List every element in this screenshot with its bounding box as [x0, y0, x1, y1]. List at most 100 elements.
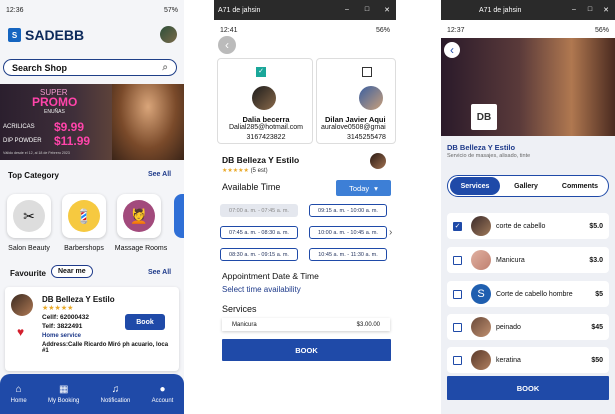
shop-description: Servicio de masajes, alisado, tinte — [447, 153, 531, 159]
tab-services[interactable]: Services — [450, 177, 500, 195]
maximize-icon[interactable]: □ — [362, 6, 372, 14]
massage-icon: 💆 — [123, 200, 155, 232]
shop-name: DB Belleza Y Estilo — [447, 143, 516, 152]
nav-my-booking[interactable]: ▦ My Booking — [48, 384, 79, 404]
nav-label: Account — [151, 398, 174, 404]
service-row[interactable]: peinado $45 — [447, 314, 609, 340]
tab-bar: Services Gallery Comments — [447, 175, 609, 197]
checkbox-checked[interactable]: ✓ — [453, 221, 462, 231]
tab-gallery[interactable]: Gallery — [500, 183, 552, 190]
brand-name: SADEBB — [25, 27, 85, 43]
nav-account[interactable]: ● Account — [152, 384, 174, 404]
search-placeholder: Search Shop — [12, 62, 68, 73]
back-icon[interactable]: ‹ — [218, 36, 236, 54]
checkbox-unchecked[interactable] — [453, 255, 462, 265]
nav-home[interactable]: ⌂ Home — [11, 384, 27, 404]
clock: 12:36 — [6, 6, 24, 14]
time-slot[interactable]: 07:45 a. m. - 08:30 a. m. — [220, 226, 298, 239]
day-select-value: Today — [349, 183, 370, 193]
window-title-bar: A71 de jahsin – □ ✕ — [214, 0, 396, 20]
promo-price-2: $11.99 — [54, 134, 91, 148]
logo-icon: S — [8, 28, 21, 42]
heart-icon[interactable]: ♥ — [17, 325, 24, 339]
service-row[interactable]: ✓ corte de cabello $5.0 — [447, 213, 609, 239]
search-icon: ⌕ — [162, 62, 168, 73]
chevron-down-icon: ▾ — [374, 183, 378, 193]
book-button[interactable]: BOOK — [222, 339, 391, 361]
promo-model-image — [112, 84, 184, 160]
category-next-card[interactable] — [174, 194, 184, 238]
time-slot[interactable]: 08:30 a. m. - 09:15 a. m. — [220, 248, 298, 261]
checkbox-unchecked[interactable] — [362, 67, 372, 77]
service-price: $3.0 — [589, 256, 603, 264]
time-slot[interactable]: 10:45 a. m. - 11:30 a. m. — [309, 248, 387, 261]
checkbox-unchecked[interactable] — [453, 289, 462, 299]
service-row[interactable]: Manicura $3.0 — [447, 247, 609, 273]
service-name: Manicura — [232, 321, 257, 328]
staff-card-2[interactable]: Dilan Javier Aqui auralove0508@gmai 3145… — [316, 58, 396, 144]
time-slot[interactable]: 10:00 a. m. - 10:45 a. m. — [309, 226, 387, 239]
service-row[interactable]: S Corte de cabello hombre $5 — [447, 281, 609, 307]
shop-avatar — [370, 153, 386, 169]
service-name: keratina — [496, 356, 521, 364]
maximize-icon[interactable]: □ — [585, 6, 595, 14]
back-icon[interactable]: ‹ — [444, 42, 460, 58]
see-all-categories[interactable]: See All — [148, 171, 171, 178]
favourite-shop-card[interactable]: ♥ DB Belleza Y Estilo ★★★★★ Cellf: 62000… — [5, 287, 179, 371]
check-icon[interactable]: ✓ — [256, 67, 266, 77]
promo-item-2: DIP POWDER — [3, 138, 42, 144]
nav-label: My Booking — [47, 398, 80, 404]
home-icon: ⌂ — [15, 384, 22, 395]
service-image — [471, 216, 491, 236]
checkbox-unchecked[interactable] — [453, 322, 462, 332]
profile-avatar[interactable] — [160, 26, 177, 43]
checkbox-unchecked[interactable] — [453, 355, 462, 365]
service-image — [471, 250, 491, 270]
service-row[interactable]: keratina $50 — [447, 347, 609, 373]
tab-comments[interactable]: Comments — [552, 183, 608, 190]
selected-service: Manicura $3.00.00 — [222, 318, 390, 331]
book-button[interactable]: Book — [125, 314, 165, 330]
shop-logo: DB — [471, 104, 497, 130]
chevron-right-icon[interactable]: › — [389, 227, 392, 238]
category-label: Massage Rooms — [114, 245, 168, 252]
staff-name: Dalia becerra — [242, 115, 290, 124]
window-title: A71 de jahsin — [218, 6, 261, 14]
day-select[interactable]: Today ▾ — [336, 180, 391, 196]
close-icon[interactable]: ✕ — [382, 6, 392, 14]
staff-card-1[interactable]: ✓ Dalia becerra Dalial285@hotmail.com 31… — [217, 58, 313, 144]
minimize-icon[interactable]: – — [569, 6, 579, 14]
close-icon[interactable]: ✕ — [601, 6, 611, 14]
logo-service-icon: S — [471, 284, 491, 304]
minimize-icon[interactable]: – — [342, 6, 352, 14]
top-category-heading: Top Category — [8, 171, 59, 180]
account-icon: ● — [159, 384, 166, 395]
time-slot[interactable]: 09:15 a. m. - 10:00 a. m. — [309, 204, 387, 217]
favourite-heading: Favourite — [10, 269, 47, 278]
shop-rating: ★★★★★ — [42, 305, 74, 312]
service-price: $3.00.00 — [356, 321, 380, 328]
rating-stars: ★★★★★ (5 est) — [222, 168, 268, 174]
shop-phone: Telf: 3822491 — [42, 323, 83, 330]
promo-banner[interactable]: SUPER PROMO ENUÑAS ACRILICAS $9.99 DIP P… — [0, 84, 184, 160]
category-salon-beauty[interactable]: ✂ — [7, 194, 51, 238]
staff-phone: 3167423822 — [246, 134, 286, 141]
nav-notification[interactable]: ♫ Notification — [101, 384, 131, 404]
category-label: Barbershops — [64, 245, 104, 252]
staff-email: Dalial285@hotmail.com — [228, 124, 304, 131]
category-barbershops[interactable]: 💈 — [62, 194, 106, 238]
service-price: $45 — [591, 323, 603, 331]
select-time-link[interactable]: Select time availability — [222, 285, 301, 294]
shop-name: DB Belleza Y Estilo — [222, 155, 300, 165]
service-price: $50 — [591, 356, 603, 364]
see-all-favourites[interactable]: See All — [148, 269, 171, 276]
search-input[interactable]: Search Shop ⌕ — [3, 59, 177, 76]
clock: 12:41 — [220, 26, 238, 34]
near-me-filter[interactable]: Near me — [51, 265, 93, 278]
battery: 57% — [163, 6, 178, 14]
book-button[interactable]: BOOK — [447, 376, 609, 400]
home-screen: 12:36 57% S SADEBB Search Shop ⌕ SUPER PROM… — [0, 0, 184, 414]
category-massage-rooms[interactable]: 💆 — [117, 194, 161, 238]
barber-chair-icon: 💈 — [68, 200, 100, 232]
home-service-label: Home service — [42, 333, 82, 339]
